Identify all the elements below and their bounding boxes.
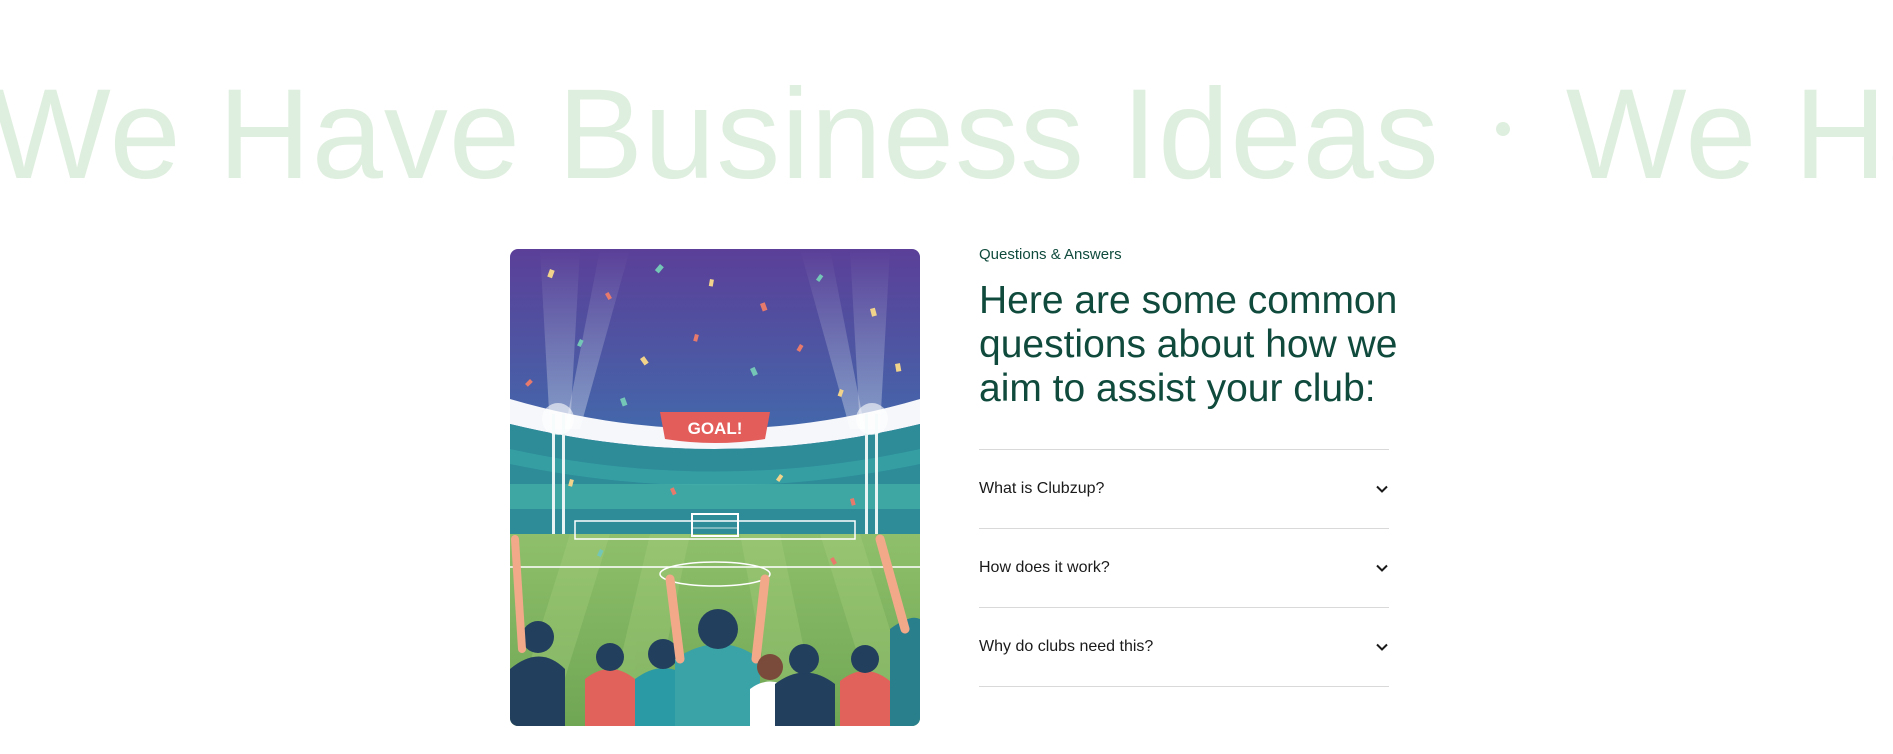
goal-banner-text: GOAL! [688,419,743,438]
chevron-down-icon[interactable] [1375,640,1389,654]
chevron-down-icon[interactable] [1375,482,1389,496]
page: We Have Business Ideas We Hav [0,0,1893,754]
marquee-banner: We Have Business IdeasWe Hav [0,62,1893,199]
faq-question: How does it work? [979,559,1110,576]
marquee-text-repeat: We Hav [1565,63,1893,207]
faq-section: Questions & Answers Here are some common… [979,246,1397,687]
faq-headline: Here are some common questions about how… [979,279,1398,410]
faq-question: Why do clubs need this? [979,638,1154,655]
chevron-down-icon[interactable] [1375,561,1389,575]
faq-eyebrow: Questions & Answers [979,246,1122,263]
marquee-text: We Have Business Ideas [0,63,1440,207]
marquee-separator-dot [1495,122,1510,137]
stadium-illustration-graphic: GOAL! [510,249,920,726]
faq-item-why-clubs-need-this[interactable]: Why do clubs need this? [979,608,1389,687]
faq-question: What is Clubzup? [979,480,1105,497]
stadium-illustration: GOAL! [510,249,920,726]
faq-accordion: What is Clubzup? How does it work? Why d… [979,449,1389,687]
faq-item-what-is-clubzup[interactable]: What is Clubzup? [979,450,1389,529]
faq-item-how-does-it-work[interactable]: How does it work? [979,529,1389,608]
